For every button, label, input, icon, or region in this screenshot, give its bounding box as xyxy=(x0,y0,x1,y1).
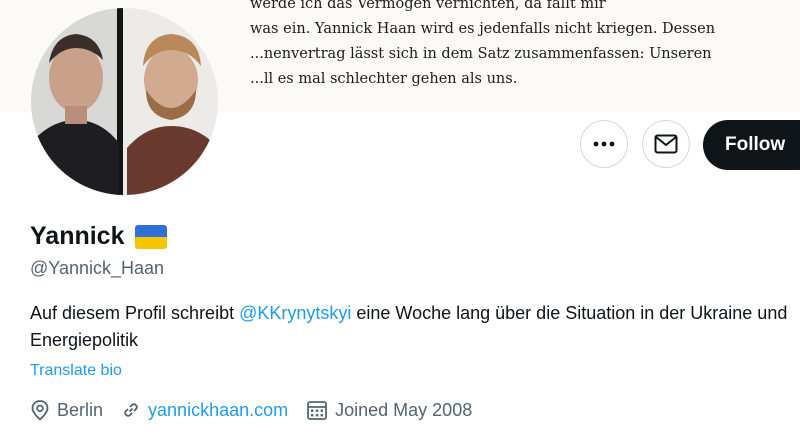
avatar-image xyxy=(31,8,218,195)
message-button[interactable] xyxy=(642,120,690,168)
envelope-icon xyxy=(654,134,678,154)
profile-meta: Berlin yannickhaan.com Joined May 2008 xyxy=(30,399,490,421)
bio-text: Auf diesem Profil schreibt xyxy=(30,303,240,323)
banner-text: werde ich das Vermögen vernichten, da fä… xyxy=(250,0,720,92)
follow-button[interactable]: Follow xyxy=(703,120,800,170)
banner-line: was ein. Yannick Haan wird es jedenfalls… xyxy=(250,21,716,37)
location-item: Berlin xyxy=(30,399,103,421)
location-pin-icon xyxy=(31,400,49,421)
translate-bio-link[interactable]: Translate bio xyxy=(30,362,122,380)
link-icon xyxy=(124,403,138,417)
profile-name-row: Yannick xyxy=(30,222,167,251)
joined-text: Joined May 2008 xyxy=(335,399,473,420)
calendar-icon xyxy=(307,401,328,420)
joined-item: Joined May 2008 xyxy=(306,399,472,421)
banner-line: ...nenvertrag lässt sich in dem Satz zus… xyxy=(250,46,712,62)
location-text: Berlin xyxy=(57,399,104,420)
website-item[interactable]: yannickhaan.com xyxy=(121,400,288,421)
profile-handle: @Yannick_Haan xyxy=(30,258,165,278)
profile-bio: Auf diesem Profil schreibt @KKrynytskyi … xyxy=(30,300,800,354)
avatar[interactable] xyxy=(31,8,218,195)
banner-line: ...ll es mal schlechter gehen als uns. xyxy=(250,71,518,87)
banner-line: werde ich das Vermögen vernichten, da fä… xyxy=(250,0,606,12)
ukraine-flag-icon xyxy=(134,224,167,249)
website-link[interactable]: yannickhaan.com xyxy=(148,400,288,421)
more-horizontal-icon xyxy=(593,141,615,147)
more-button[interactable] xyxy=(580,120,628,168)
profile-name: Yannick xyxy=(30,222,125,250)
bio-mention-link[interactable]: @KKrynytskyi xyxy=(239,303,351,323)
